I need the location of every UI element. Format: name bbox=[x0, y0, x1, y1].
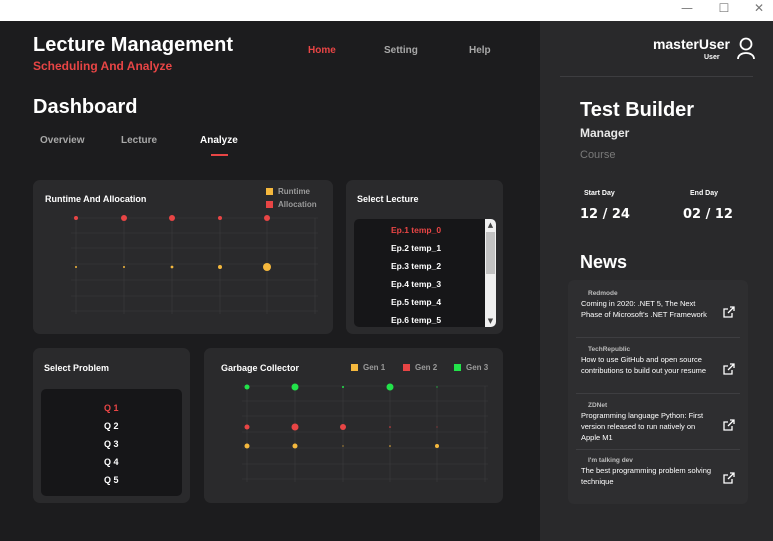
scroll-up-icon[interactable]: ▲ bbox=[485, 219, 496, 231]
nav-help[interactable]: Help bbox=[469, 45, 491, 56]
app-subtitle: Scheduling And Analyze bbox=[33, 59, 173, 73]
news-source: Redmode bbox=[588, 290, 618, 297]
app-title: Lecture Management bbox=[33, 34, 234, 56]
external-link-icon[interactable] bbox=[722, 471, 736, 485]
test-builder-title: Test Builder bbox=[580, 99, 695, 121]
scroll-thumb[interactable] bbox=[486, 232, 495, 274]
lecture-list[interactable]: Ep.1 temp_0 Ep.2 temp_1 Ep.3 temp_2 Ep.4… bbox=[354, 219, 496, 327]
problem-item[interactable]: Q 5 bbox=[104, 475, 119, 485]
garbage-chart bbox=[242, 383, 488, 482]
news-headline[interactable]: Programming language Python: First versi… bbox=[581, 410, 716, 443]
news-card: Redmode Coming in 2020: .NET 5, The Next… bbox=[568, 280, 748, 504]
problem-item[interactable]: Q 3 bbox=[104, 439, 119, 449]
news-source: TechRepublic bbox=[588, 346, 631, 353]
runtime-chart bbox=[71, 215, 318, 314]
news-headline[interactable]: How to use GitHub and open source contri… bbox=[581, 354, 716, 376]
lecture-item[interactable]: Ep.4 temp_3 bbox=[391, 279, 441, 289]
page-title: Dashboard bbox=[33, 96, 138, 118]
external-link-icon[interactable] bbox=[722, 362, 736, 376]
select-problem-title: Select Problem bbox=[44, 363, 110, 373]
end-day-label: End Day bbox=[690, 190, 719, 197]
test-builder-course: Course bbox=[580, 149, 616, 161]
user-name: masterUser bbox=[652, 36, 730, 52]
lecture-item[interactable]: Ep.2 temp_1 bbox=[391, 243, 441, 253]
tab-overview[interactable]: Overview bbox=[40, 135, 84, 146]
lecture-item[interactable]: Ep.3 temp_2 bbox=[391, 261, 441, 271]
lecture-item[interactable]: Ep.1 temp_0 bbox=[391, 225, 441, 235]
news-source: ZDNet bbox=[588, 402, 608, 409]
tab-analyze[interactable]: Analyze bbox=[200, 135, 238, 146]
news-source: I'm talking dev bbox=[588, 457, 633, 464]
news-headline[interactable]: The best programming problem solving tec… bbox=[581, 465, 716, 487]
lecture-item[interactable]: Ep.5 temp_4 bbox=[391, 297, 441, 307]
problem-item[interactable]: Q 1 bbox=[104, 403, 119, 413]
user-role: User bbox=[704, 54, 720, 61]
external-link-icon[interactable] bbox=[722, 305, 736, 319]
lecture-scrollbar[interactable]: ▲ ▼ bbox=[485, 219, 496, 327]
divider bbox=[560, 76, 753, 77]
user-avatar-icon[interactable] bbox=[736, 37, 756, 61]
end-day-value: 02 / 12 bbox=[683, 207, 733, 222]
divider bbox=[576, 393, 740, 394]
nav-setting[interactable]: Setting bbox=[384, 45, 418, 56]
maximize-icon[interactable]: ☐ bbox=[709, 0, 739, 21]
divider bbox=[576, 449, 740, 450]
minimize-icon[interactable]: — bbox=[672, 0, 702, 21]
divider bbox=[576, 337, 740, 338]
external-link-icon[interactable] bbox=[722, 418, 736, 432]
main-area: Lecture Management Scheduling And Analyz… bbox=[0, 21, 540, 541]
problem-list[interactable]: Q 1 Q 2 Q 3 Q 4 Q 5 bbox=[41, 389, 182, 496]
active-tab-indicator bbox=[211, 154, 228, 156]
nav-home[interactable]: Home bbox=[308, 45, 336, 56]
start-day-value: 12 / 24 bbox=[580, 207, 630, 222]
news-title: News bbox=[580, 252, 628, 272]
problem-item[interactable]: Q 2 bbox=[104, 421, 119, 431]
test-builder-role: Manager bbox=[580, 126, 630, 140]
lecture-item[interactable]: Ep.6 temp_5 bbox=[391, 315, 441, 325]
problem-item[interactable]: Q 4 bbox=[104, 457, 119, 467]
tab-lecture[interactable]: Lecture bbox=[121, 135, 157, 146]
close-icon[interactable]: ✕ bbox=[744, 0, 773, 21]
scroll-down-icon[interactable]: ▼ bbox=[485, 315, 496, 327]
select-lecture-title: Select Lecture bbox=[357, 194, 419, 204]
window-titlebar: — ☐ ✕ bbox=[0, 0, 773, 21]
news-headline[interactable]: Coming in 2020: .NET 5, The Next Phase o… bbox=[581, 298, 716, 320]
side-panel: masterUser User Test Builder Manager Cou… bbox=[540, 21, 773, 541]
runtime-card: Runtime And Allocation Runtime Allocatio… bbox=[33, 180, 333, 334]
garbage-card: Garbage Collector Gen 1 Gen 2 Gen 3 bbox=[204, 348, 503, 503]
start-day-label: Start Day bbox=[584, 190, 615, 197]
